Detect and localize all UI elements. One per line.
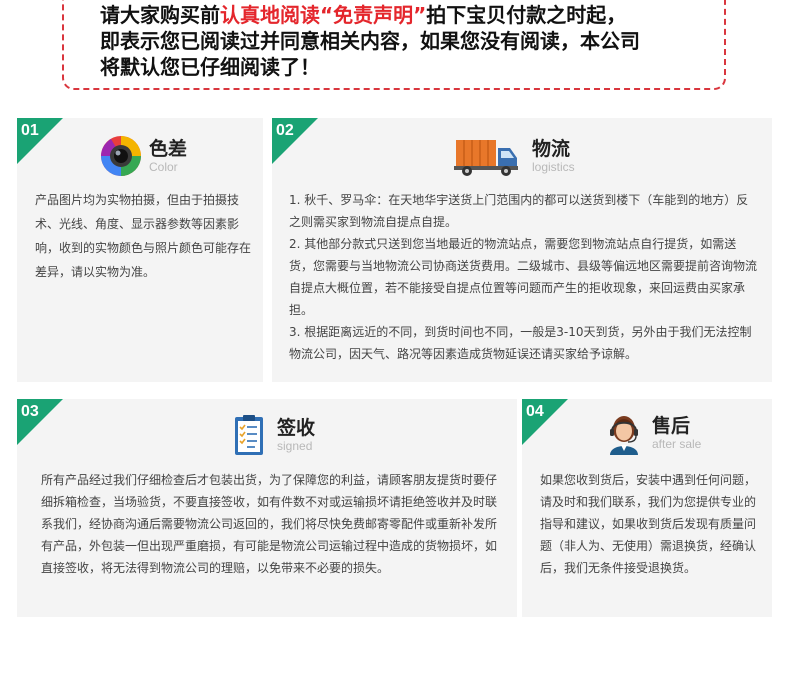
- camera-lens-icon: [101, 136, 141, 176]
- card-subtitle: Color: [149, 160, 178, 174]
- card-after-sale: 04 售后 after sale 如果您收到货后，安装中遇到任何问题，请及时和我…: [522, 399, 772, 617]
- card-paragraph: 产品图片均为实物拍摄，但由于拍摄技术、光线、角度、显示器参数等因素影响，收到的实…: [35, 193, 252, 279]
- card-signing: 03 签收 signed 所有产品经过我们仔细检查后才包装出货，为了保障您的利益…: [17, 399, 517, 617]
- card-header: 售后 after sale: [602, 411, 701, 455]
- card-header: 物流 logistics: [454, 134, 575, 178]
- notice-line1-end: 拍下宝贝付款之时起，: [426, 3, 627, 27]
- clipboard-checklist-icon: [235, 415, 263, 455]
- card-title: 色差: [149, 138, 188, 160]
- card-paragraph: 2. 其他部分款式只送到您当地最近的物流站点，需要您到物流站点自行提货，如需送货…: [289, 237, 758, 317]
- card-header: 签收 signed: [227, 413, 315, 457]
- card-number: 01: [21, 122, 39, 139]
- card-logistics: 02 物流 logistics 1. 秋千、罗马伞：在天地华宇送货上门范围内的都…: [272, 118, 772, 382]
- notice-line3: 将默认您已仔细阅读了！: [100, 55, 320, 79]
- card-subtitle: signed: [277, 439, 313, 453]
- notice-line2: 即表示您已阅读过并同意相关内容，如果您没有阅读，本公司: [100, 29, 640, 53]
- card-number: 03: [21, 403, 39, 420]
- card-body: 1. 秋千、罗马伞：在天地华宇送货上门范围内的都可以送货到楼下（车能到的地方）反…: [289, 189, 759, 365]
- card-paragraph: 所有产品经过我们仔细检查后才包装出货，为了保障您的利益，请顾客朋友提货时要仔细拆…: [41, 473, 498, 575]
- card-number: 04: [526, 403, 544, 420]
- notice-line1-start: 请大家购买前: [100, 3, 220, 27]
- card-body: 产品图片均为实物拍摄，但由于拍摄技术、光线、角度、显示器参数等因素影响，收到的实…: [35, 188, 253, 284]
- customer-service-agent-icon: [610, 416, 638, 455]
- card-paragraph: 如果您收到货后，安装中遇到任何问题，请及时和我们联系，我们为您提供专业的指导和建…: [540, 473, 757, 575]
- card-color-difference: 01 色差 Color 产品图片均为实物拍摄，但由于拍摄技术、光线、角度、显示器…: [17, 118, 263, 382]
- notice-line1-highlight: 认真地阅读“免责声明”: [220, 3, 427, 27]
- card-number: 02: [276, 122, 294, 139]
- card-body: 所有产品经过我们仔细检查后才包装出货，为了保障您的利益，请顾客朋友提货时要仔细拆…: [41, 469, 501, 579]
- card-body: 如果您收到货后，安装中遇到任何问题，请及时和我们联系，我们为您提供专业的指导和建…: [540, 469, 758, 579]
- card-title: 售后: [652, 415, 691, 437]
- card-subtitle: after sale: [652, 437, 702, 451]
- card-header: 色差 Color: [99, 134, 187, 178]
- card-paragraph: 3. 根据距离远近的不同，到货时间也不同，一般是3-10天到货，另外由于我们无法…: [289, 325, 752, 361]
- card-title: 物流: [532, 138, 571, 160]
- card-subtitle: logistics: [532, 160, 575, 174]
- disclaimer-notice-text: 请大家购买前认真地阅读“免责声明”拍下宝贝付款之时起， 即表示您已阅读过并同意相…: [100, 2, 700, 80]
- delivery-truck-icon: [454, 140, 518, 176]
- card-title: 签收: [277, 417, 316, 439]
- card-paragraph: 1. 秋千、罗马伞：在天地华宇送货上门范围内的都可以送货到楼下（车能到的地方）反…: [289, 193, 749, 229]
